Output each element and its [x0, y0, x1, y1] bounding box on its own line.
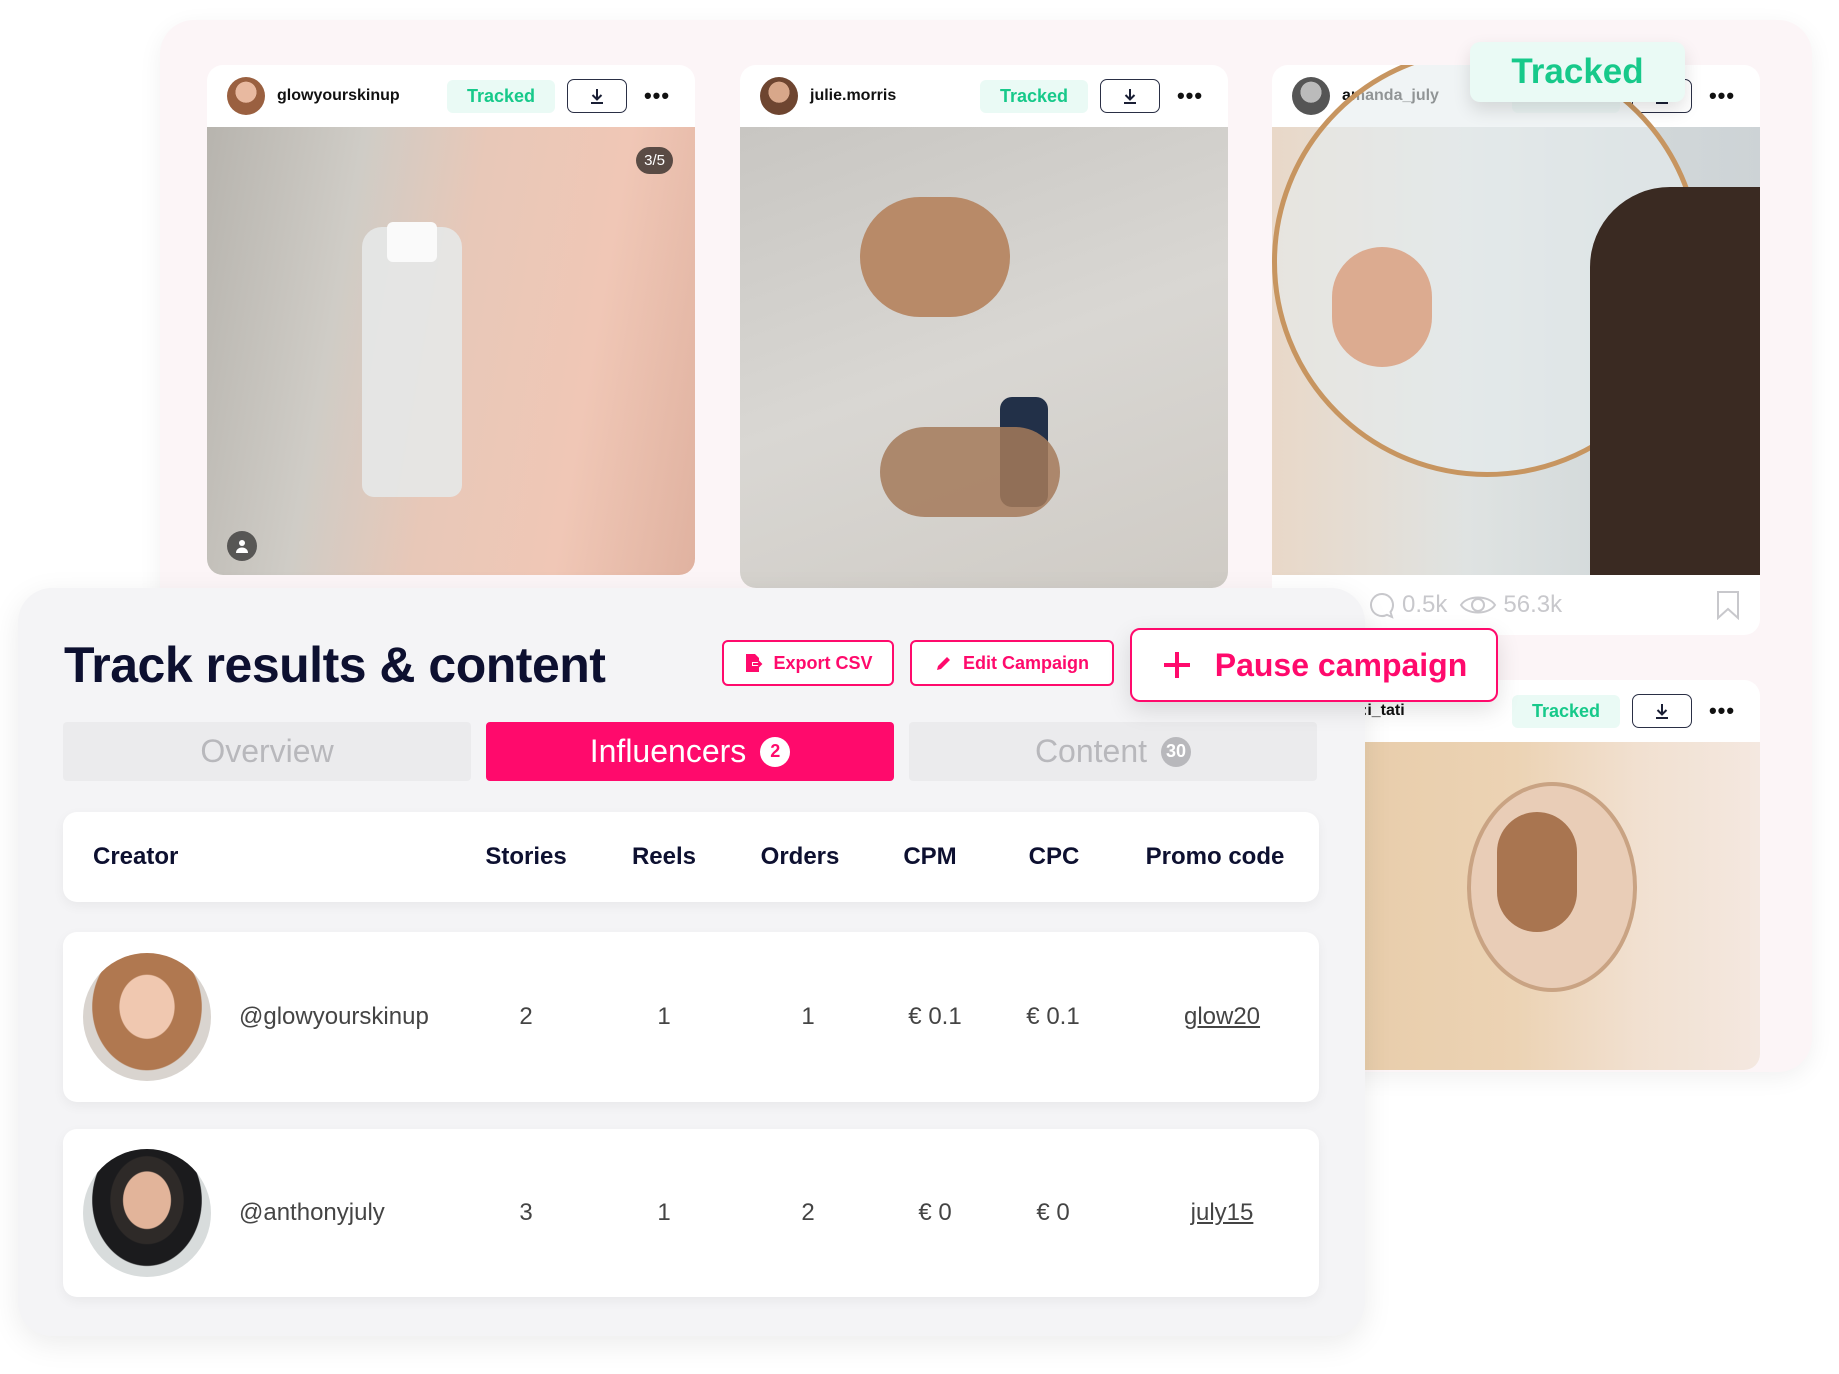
- tab-overview[interactable]: Overview: [63, 722, 471, 781]
- avatar: [760, 77, 798, 115]
- post-card[interactable]: glowyourskinup Tracked ••• 3/5: [207, 65, 695, 575]
- post-username: glowyourskinup: [277, 87, 400, 104]
- column-header-creator[interactable]: Creator: [93, 843, 178, 871]
- avatar: [227, 77, 265, 115]
- post-username: julie.morris: [810, 87, 897, 104]
- avatar: [83, 953, 211, 1081]
- column-header-reels[interactable]: Reels: [632, 843, 696, 871]
- more-options-button[interactable]: •••: [1704, 85, 1740, 107]
- cpc-value: € 0: [1036, 1199, 1070, 1226]
- export-icon: [746, 654, 763, 672]
- post-image[interactable]: [740, 127, 1228, 588]
- tab-label: Overview: [200, 733, 334, 769]
- floating-tracked-badge: Tracked: [1470, 42, 1685, 102]
- table-row[interactable]: @glowyourskinup 2 1 1 € 0.1 € 0.1 glow20: [63, 932, 1319, 1102]
- tab-count-badge: 30: [1161, 736, 1192, 767]
- promo-code-link[interactable]: july15: [1191, 1199, 1254, 1227]
- avatar: [1292, 77, 1330, 115]
- column-header-cpm[interactable]: CPM: [903, 843, 956, 871]
- pause-campaign-label: Pause campaign: [1214, 646, 1468, 683]
- comment-icon: [1370, 592, 1395, 619]
- tagged-user-button[interactable]: [227, 531, 257, 561]
- download-button[interactable]: [1100, 79, 1160, 113]
- export-csv-label: Export CSV: [773, 652, 873, 673]
- download-button[interactable]: [567, 79, 627, 113]
- table-header: Creator Stories Reels Orders CPM CPC Pro…: [63, 812, 1319, 902]
- cpm-value: € 0: [918, 1199, 952, 1226]
- download-icon: [1124, 89, 1136, 104]
- stories-value: 3: [519, 1199, 533, 1226]
- reels-value: 1: [657, 1199, 671, 1226]
- tab-influencers[interactable]: Influencers 2: [486, 722, 894, 781]
- edit-campaign-label: Edit Campaign: [962, 652, 1089, 673]
- creator-handle[interactable]: @anthonyjuly: [239, 1199, 385, 1227]
- orders-value: 2: [801, 1199, 815, 1226]
- pencil-icon: [936, 657, 950, 670]
- tracked-badge: Tracked: [446, 79, 555, 113]
- post-card[interactable]: amanda_july Tracked ••• 0.5k 56.3k: [1272, 65, 1760, 635]
- post-image[interactable]: [1272, 65, 1760, 575]
- column-header-promo-code[interactable]: Promo code: [1146, 843, 1285, 871]
- comments-count: 0.5k: [1402, 591, 1448, 618]
- edit-campaign-button[interactable]: Edit Campaign: [910, 640, 1114, 686]
- tracked-badge: Tracked: [979, 79, 1088, 113]
- eye-icon: [1460, 596, 1497, 614]
- views-count: 56.3k: [1503, 591, 1563, 618]
- download-icon: [1656, 704, 1668, 719]
- cpc-value: € 0.1: [1026, 1003, 1080, 1030]
- tab-label: Content: [1034, 733, 1148, 769]
- post-username: :i_tati: [1362, 702, 1405, 719]
- cpm-value: € 0.1: [908, 1003, 962, 1030]
- column-header-orders[interactable]: Orders: [761, 843, 840, 871]
- column-header-cpc[interactable]: CPC: [1029, 843, 1080, 871]
- more-options-button[interactable]: •••: [639, 85, 675, 107]
- bookmark-icon[interactable]: [1716, 590, 1740, 620]
- orders-value: 1: [801, 1003, 815, 1030]
- promo-code-link[interactable]: glow20: [1184, 1003, 1260, 1031]
- tab-bar: Overview Influencers 2 Content 30: [63, 722, 1317, 781]
- page-title: Track results & content: [64, 637, 606, 693]
- export-csv-button[interactable]: Export CSV: [722, 640, 894, 686]
- post-image[interactable]: 3/5: [207, 127, 695, 575]
- avatar: [83, 1149, 211, 1277]
- stories-value: 2: [519, 1003, 533, 1030]
- column-header-stories[interactable]: Stories: [485, 843, 566, 871]
- table-row[interactable]: @anthonyjuly 3 1 2 € 0 € 0 july15: [63, 1129, 1319, 1297]
- user-icon: [236, 540, 248, 553]
- tab-count-badge: 2: [760, 736, 791, 767]
- tracked-badge: Tracked: [1511, 694, 1620, 728]
- post-card[interactable]: julie.morris Tracked •••: [740, 65, 1228, 588]
- download-button[interactable]: [1632, 694, 1692, 728]
- tab-content[interactable]: Content 30: [909, 722, 1317, 781]
- plus-icon: [1163, 652, 1190, 678]
- pause-campaign-button[interactable]: Pause campaign: [1130, 628, 1498, 702]
- download-icon: [591, 89, 603, 104]
- more-options-button[interactable]: •••: [1172, 85, 1208, 107]
- more-options-button[interactable]: •••: [1704, 700, 1740, 722]
- creator-handle[interactable]: @glowyourskinup: [239, 1003, 429, 1031]
- image-counter: 3/5: [636, 147, 673, 174]
- reels-value: 1: [657, 1003, 671, 1030]
- tab-label: Influencers: [589, 733, 747, 769]
